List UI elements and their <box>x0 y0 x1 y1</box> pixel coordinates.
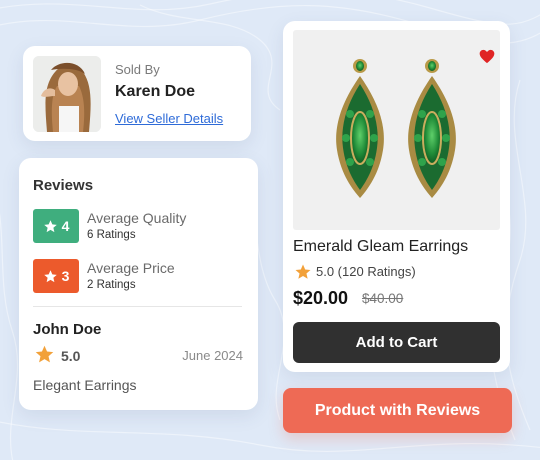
quality-count: 6 Ratings <box>87 229 136 241</box>
product-image[interactable] <box>293 30 500 230</box>
product-old-price: $40.00 <box>362 291 404 306</box>
star-icon <box>295 264 311 279</box>
earrings-illustration <box>336 59 456 198</box>
quality-score-badge: 4 <box>33 209 79 243</box>
product-card: Emerald Gleam Earrings 5.0 (120 Ratings)… <box>283 21 510 372</box>
product-name[interactable]: Emerald Gleam Earrings <box>293 238 468 256</box>
product-price: $20.00 <box>293 288 349 308</box>
heart-icon[interactable] <box>479 49 495 64</box>
product-with-reviews-button[interactable]: Product with Reviews <box>283 388 512 433</box>
reviews-title: Reviews <box>33 177 94 194</box>
add-to-cart-button[interactable]: Add to Cart <box>293 322 500 363</box>
view-seller-details-link[interactable]: View Seller Details <box>115 111 223 126</box>
seller-card: Sold By Karen Doe View Seller Details <box>23 46 251 141</box>
product-rating: 5.0 (120 Ratings) <box>316 264 416 279</box>
price-label: Average Price <box>87 260 175 276</box>
divider <box>33 306 242 307</box>
star-icon <box>35 345 54 363</box>
star-icon <box>43 269 57 282</box>
star-icon <box>43 219 57 232</box>
price-score: 3 <box>61 268 70 284</box>
price-score-badge: 3 <box>33 259 79 293</box>
quality-label: Average Quality <box>87 210 187 226</box>
review-date: June 2024 <box>182 348 243 363</box>
price-count: 2 Ratings <box>87 279 136 291</box>
review-text: Elegant Earrings <box>33 377 137 393</box>
review-rating: 5.0 <box>61 348 81 364</box>
sold-by-label: Sold By <box>115 62 160 77</box>
seller-name: Karen Doe <box>115 83 196 100</box>
seller-avatar <box>33 56 101 132</box>
quality-score: 4 <box>61 218 70 234</box>
reviews-card: Reviews 4 Average Quality 6 Ratings 3 Av… <box>19 158 258 410</box>
reviewer-name: John Doe <box>33 321 102 338</box>
